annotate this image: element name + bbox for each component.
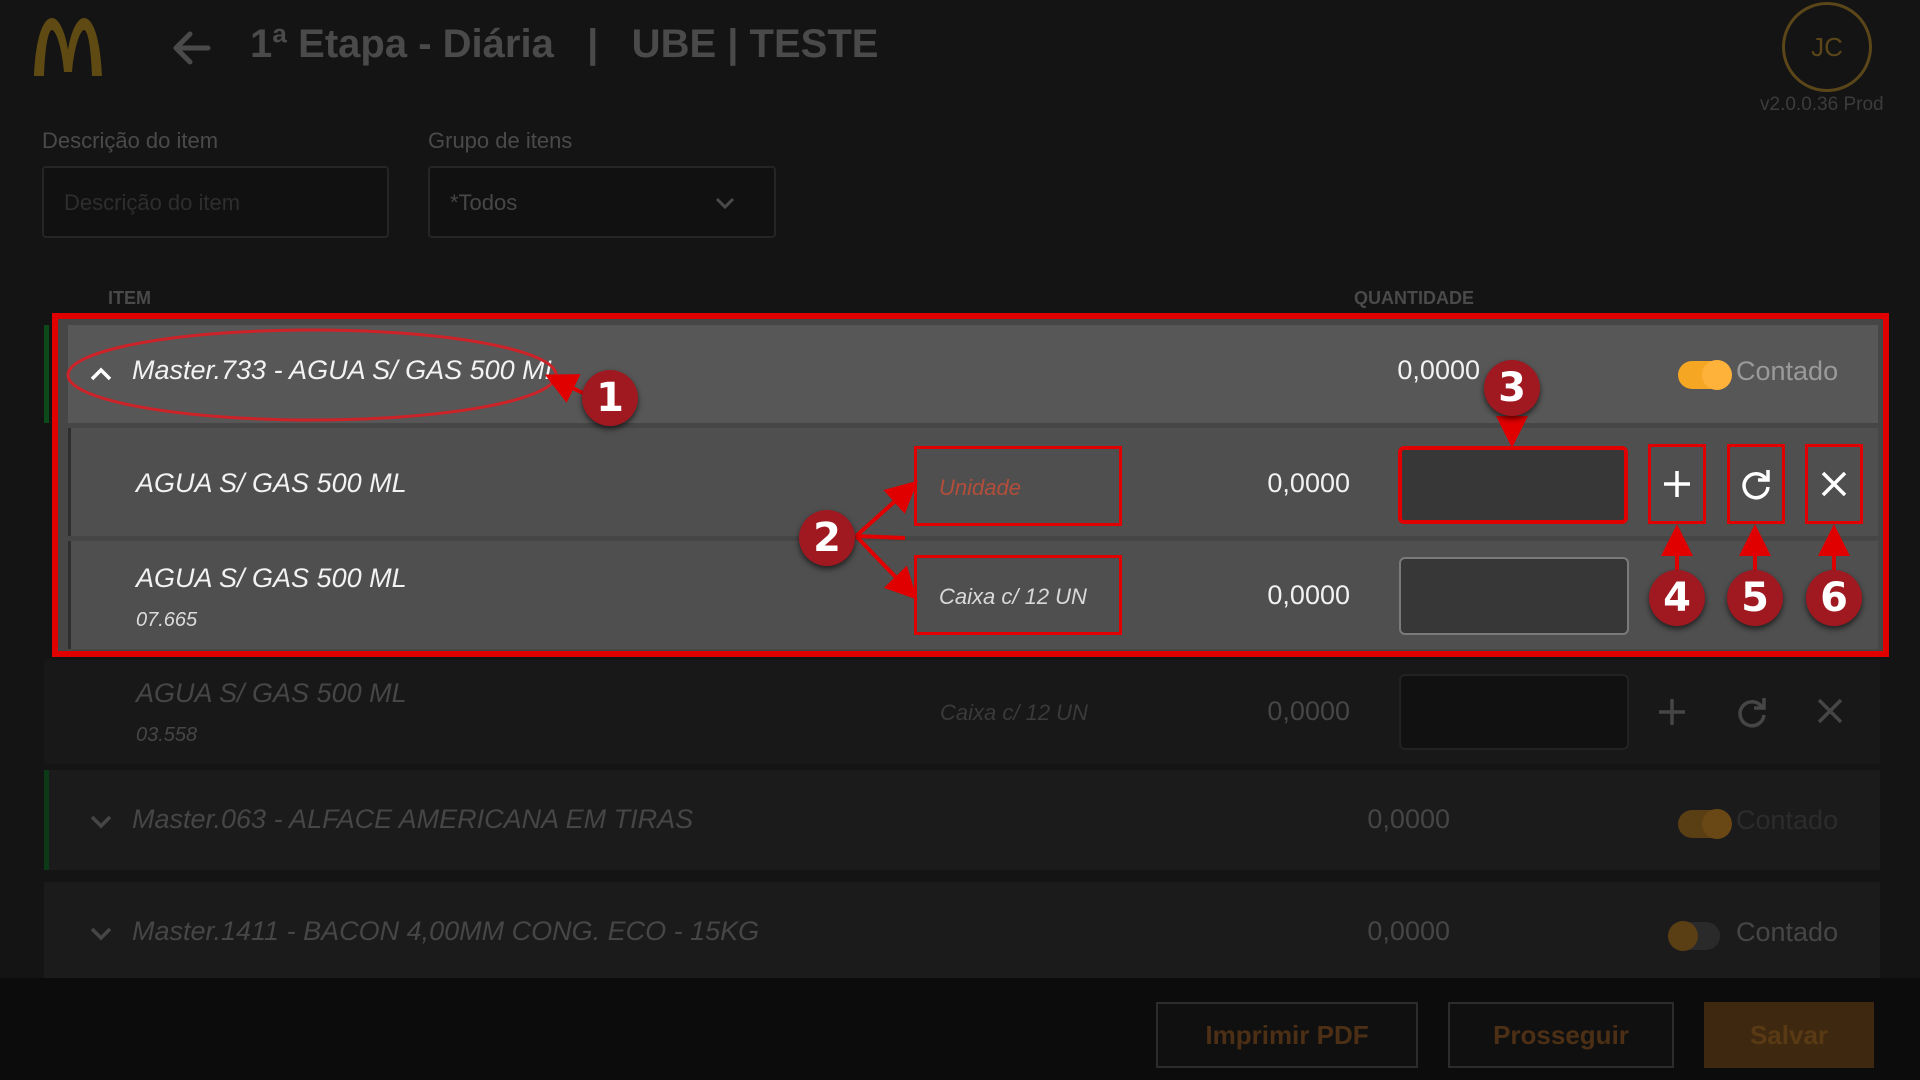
sub-item-divider [68, 541, 71, 649]
group-filter-select[interactable]: *Todos [428, 166, 776, 238]
counted-toggle[interactable] [1678, 809, 1732, 839]
master-quantity: 0,0000 [1367, 916, 1450, 946]
chevron-down-icon [715, 197, 735, 210]
close-icon [1821, 471, 1847, 497]
print-pdf-button[interactable]: Imprimir PDF [1156, 1002, 1418, 1068]
add-button[interactable] [1648, 444, 1706, 524]
arrow-left-icon[interactable] [168, 24, 216, 72]
group-filter-value: *Todos [450, 190, 518, 215]
reset-button[interactable] [1727, 444, 1785, 524]
sub-item-quantity: 0,0000 [1267, 696, 1350, 726]
master-row-collapsed[interactable]: Master.1411 - BACON 4,00MM CONG. ECO - 1… [44, 882, 1880, 982]
group-accent-bar [44, 770, 49, 870]
plus-icon[interactable] [1656, 696, 1688, 728]
save-button[interactable]: Salvar [1704, 1002, 1874, 1068]
refresh-icon[interactable] [1735, 695, 1769, 729]
top-bar: 1ª Etapa - Diária | UBE | TESTE JC v2.0.… [0, 0, 1920, 115]
mcdonalds-logo[interactable] [30, 14, 106, 78]
sub-item-row: AGUA S/ GAS 500 ML Unidade 0,0000 [68, 428, 1878, 536]
unit-label: Caixa c/ 12 UN [914, 555, 1122, 635]
sub-item-divider [68, 428, 71, 536]
counted-toggle-label: Contado [1736, 917, 1839, 947]
sub-item-quantity: 0,0000 [1267, 468, 1350, 498]
sub-item-name: AGUA S/ GAS 500 ML [136, 563, 407, 593]
master-quantity: 0,0000 [1367, 804, 1450, 834]
column-header-quantity: QUANTIDADE [1354, 288, 1474, 308]
sub-item-row: AGUA S/ GAS 500 ML 07.665 Caixa c/ 12 UN… [68, 541, 1878, 649]
master-row-expanded[interactable]: Master.733 - AGUA S/ GAS 500 ML 0,0000 C… [68, 325, 1878, 423]
counted-toggle[interactable] [1668, 921, 1720, 951]
quantity-input[interactable] [1398, 446, 1628, 524]
counted-toggle-label: Contado [1736, 805, 1839, 835]
column-header-item: ITEM [108, 288, 151, 308]
chevron-down-icon[interactable] [88, 920, 114, 946]
quantity-input[interactable] [1399, 674, 1629, 750]
master-row-collapsed[interactable]: Master.063 - ALFACE AMERICANA EM TIRAS 0… [44, 770, 1880, 870]
quantity-input[interactable] [1399, 557, 1629, 635]
unit-label: Unidade [914, 446, 1122, 526]
remove-button[interactable] [1805, 444, 1863, 524]
group-accent-bar [44, 325, 49, 423]
annotation-badge: 1 [582, 370, 638, 426]
annotation-badge: 3 [1484, 360, 1540, 416]
description-filter-input[interactable]: Descrição do item [42, 166, 389, 238]
sub-item-row-dimmed: AGUA S/ GAS 500 ML 03.558 Caixa c/ 12 UN… [44, 660, 1880, 764]
master-item-name: Master.733 - AGUA S/ GAS 500 ML [132, 355, 560, 385]
annotation-badge: 5 [1727, 570, 1783, 626]
counted-toggle[interactable] [1678, 360, 1732, 390]
sub-item-name: AGUA S/ GAS 500 ML [136, 468, 407, 498]
chevron-down-icon[interactable] [88, 808, 114, 834]
avatar[interactable]: JC [1782, 2, 1872, 92]
chevron-up-icon[interactable] [88, 361, 114, 387]
description-filter-label: Descrição do item [42, 128, 219, 153]
master-quantity: 0,0000 [1397, 355, 1480, 385]
master-item-name: Master.063 - ALFACE AMERICANA EM TIRAS [132, 804, 694, 834]
annotation-badge: 4 [1649, 570, 1705, 626]
group-filter-label: Grupo de itens [428, 128, 573, 153]
master-item-name: Master.1411 - BACON 4,00MM CONG. ECO - 1… [132, 916, 760, 946]
sub-item-code: 07.665 [136, 609, 198, 631]
page-title: 1ª Etapa - Diária | UBE | TESTE [250, 22, 879, 66]
counted-toggle-label: Contado [1736, 356, 1839, 386]
sub-item-quantity: 0,0000 [1267, 580, 1350, 610]
unit-label: Caixa c/ 12 UN [940, 700, 1088, 725]
plus-icon [1664, 471, 1690, 497]
close-icon[interactable] [1815, 696, 1845, 726]
proceed-button[interactable]: Prosseguir [1448, 1002, 1674, 1068]
annotation-badge: 6 [1806, 570, 1862, 626]
refresh-icon [1742, 470, 1770, 500]
version-label: v2.0.0.36 Prod [1760, 94, 1884, 115]
sub-item-name: AGUA S/ GAS 500 ML [136, 678, 407, 708]
sub-item-code: 03.558 [136, 724, 198, 746]
annotation-badge: 2 [799, 510, 855, 566]
